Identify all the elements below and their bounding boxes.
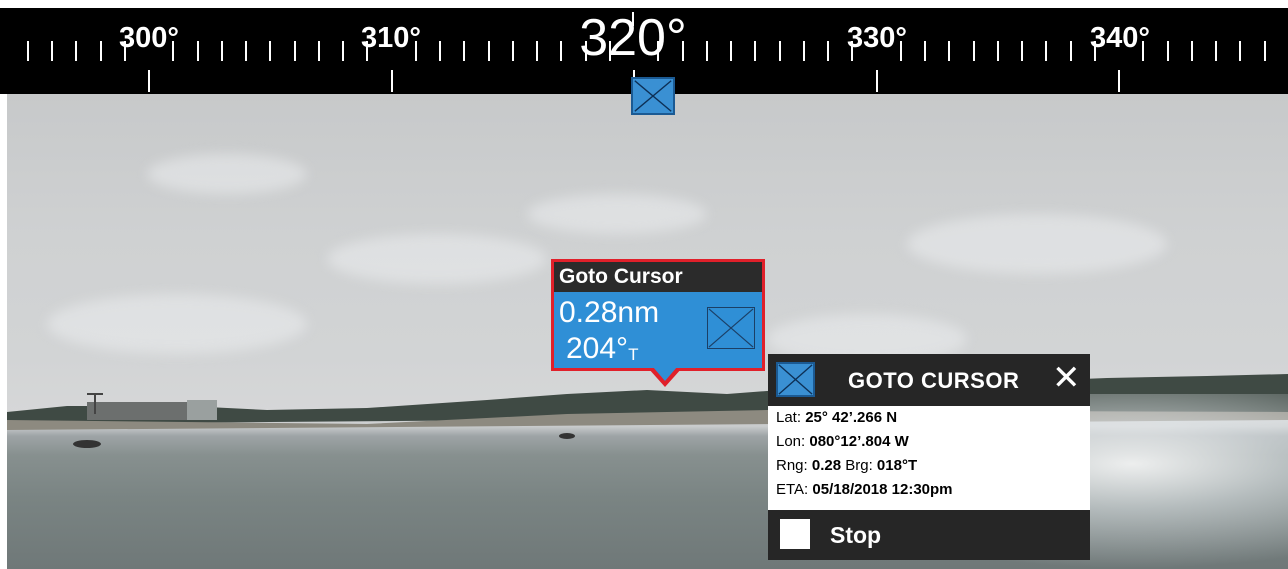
compass-major-tick: [1118, 70, 1120, 92]
goto-cursor-panel: GOTO CURSOR ✕ Lat: 25° 42’.266 N Lon: 08…: [768, 354, 1090, 560]
compass-minor-tick: [802, 41, 805, 61]
compass-minor-tick: [948, 41, 951, 61]
latitude-row: Lat: 25° 42’.266 N: [776, 409, 898, 426]
compass-minor-tick: [827, 41, 829, 61]
goto-cursor-label[interactable]: Goto Cursor 0.28nm 204°T: [551, 259, 765, 371]
stop-label: Stop: [830, 522, 882, 548]
label-pointer-fill: [653, 367, 677, 381]
compass-minor-tick: [536, 41, 538, 61]
compass-minor-tick: [26, 41, 29, 61]
panel-header: GOTO CURSOR ✕: [768, 354, 1090, 406]
compass-minor-tick: [1263, 41, 1266, 61]
compass-minor-tick: [293, 41, 296, 61]
compass-minor-tick: [220, 41, 223, 61]
stop-icon: [780, 519, 810, 549]
range-bearing-row: Rng: 0.28 Brg: 018°T: [776, 457, 918, 474]
compass-minor-tick: [75, 41, 78, 61]
compass-minor-tick: [1239, 41, 1242, 61]
compass-minor-tick: [972, 41, 975, 61]
panel-details: Lat: 25° 42’.266 N Lon: 080°12’.804 W Rn…: [768, 406, 1090, 510]
compass-major-tick: [148, 70, 150, 92]
compass-minor-tick: [1045, 41, 1048, 61]
compass-minor-tick: [342, 41, 344, 61]
heading-label-330: 330°: [847, 22, 907, 54]
compass-major-tick: [390, 70, 393, 92]
waypoint-x-icon: [707, 307, 755, 349]
compass-minor-tick: [1215, 41, 1217, 61]
compass-minor-tick: [1021, 41, 1023, 61]
compass-minor-tick: [996, 41, 999, 61]
panel-title: GOTO CURSOR: [848, 368, 1020, 393]
compass-minor-tick: [560, 41, 563, 61]
heading-label-300: 300°: [119, 22, 179, 54]
compass-minor-tick: [1190, 41, 1193, 61]
compass-minor-tick: [754, 41, 757, 61]
compass-minor-tick: [705, 41, 708, 61]
longitude-row: Lon: 080°12’.804 W: [776, 433, 909, 450]
goto-label-range: 0.28nm: [559, 296, 660, 329]
compass-minor-tick: [196, 41, 199, 61]
compass-minor-tick: [778, 41, 781, 61]
compass-major-tick: [875, 70, 878, 92]
eta-row: ETA: 05/18/2018 12:30pm: [776, 481, 953, 498]
goto-label-title: Goto Cursor: [554, 262, 762, 292]
current-heading-label: 320°: [579, 9, 687, 67]
compass-minor-tick: [487, 41, 490, 61]
compass-minor-tick: [511, 41, 514, 61]
compass-minor-tick: [463, 41, 466, 61]
compass-minor-tick: [245, 41, 247, 61]
compass-minor-tick: [99, 41, 102, 61]
compass-minor-tick: [1069, 41, 1072, 61]
compass-minor-tick: [924, 41, 926, 61]
waypoint-x-icon[interactable]: [631, 77, 675, 115]
close-icon[interactable]: ✕: [1052, 361, 1081, 395]
compass-minor-tick: [269, 41, 272, 61]
heading-label-310: 310°: [361, 22, 421, 54]
compass-minor-tick: [51, 41, 53, 61]
compass-minor-tick: [317, 41, 320, 61]
compass-minor-tick: [439, 41, 441, 61]
stop-button[interactable]: Stop: [768, 510, 1090, 560]
compass-minor-tick: [1166, 41, 1169, 61]
heading-label-340: 340°: [1090, 22, 1150, 54]
waypoint-x-icon: [776, 362, 815, 397]
compass-minor-tick: [730, 41, 732, 61]
goto-label-bearing: 204°T: [566, 332, 639, 365]
